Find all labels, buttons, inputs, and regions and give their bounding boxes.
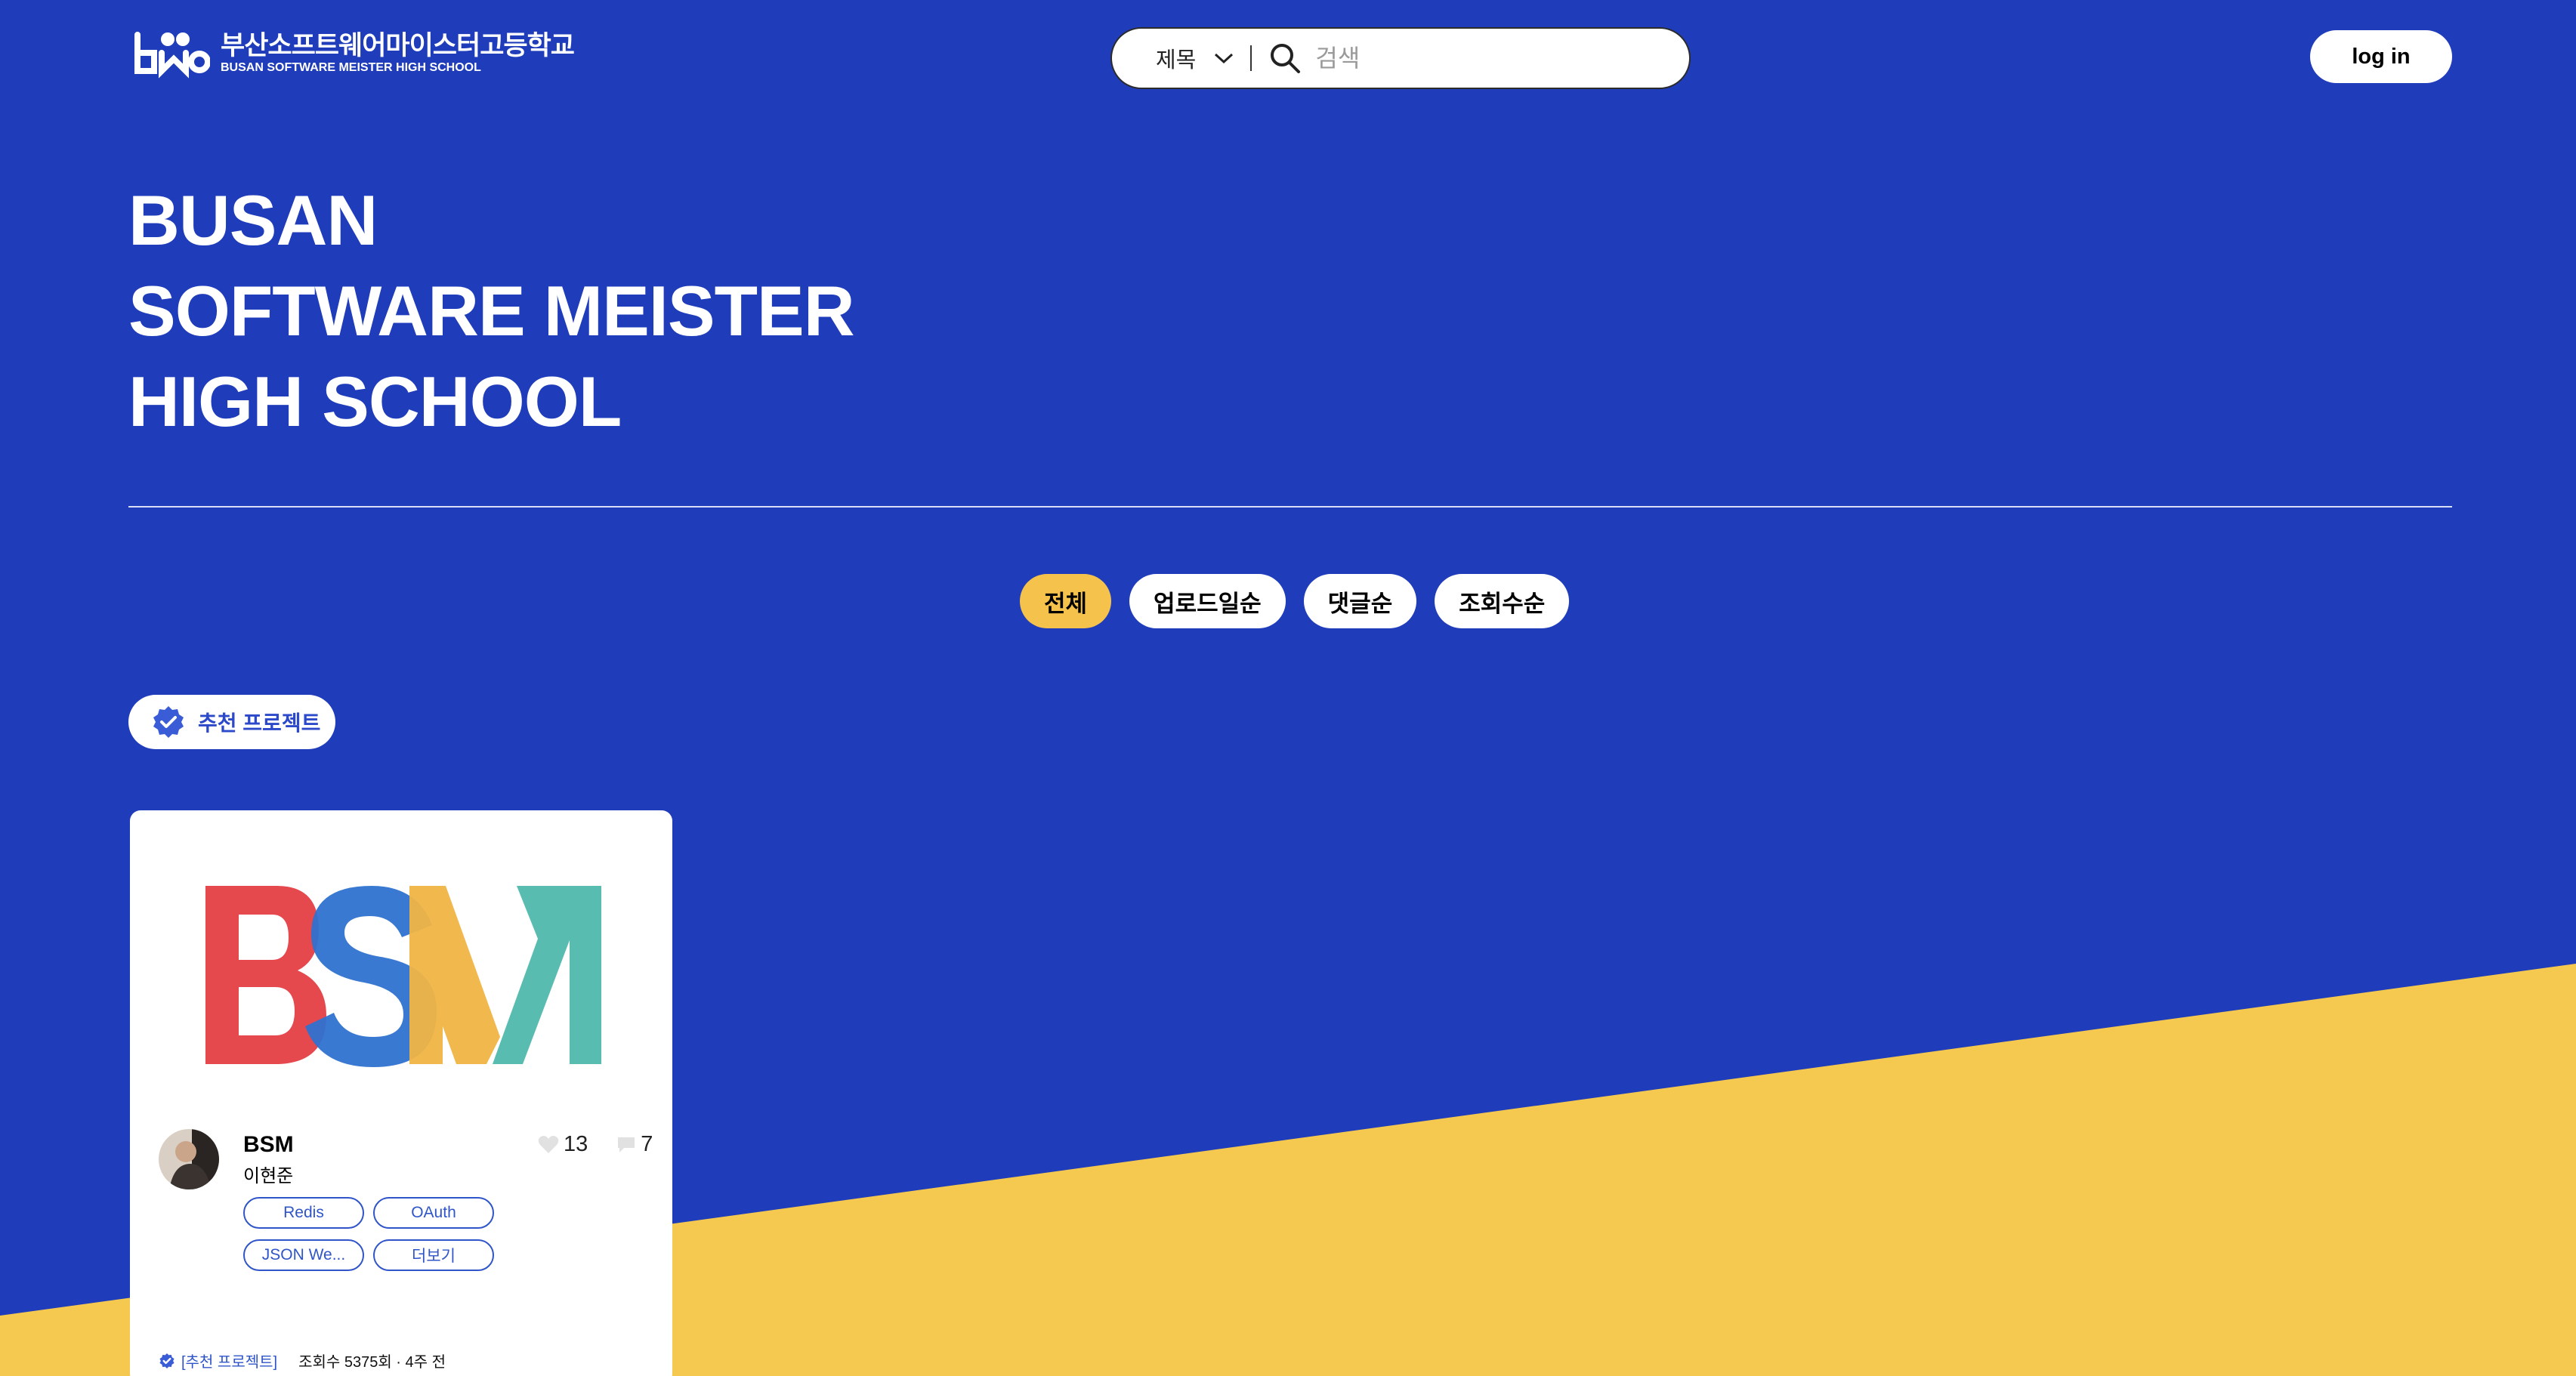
chevron-down-icon	[1215, 53, 1234, 64]
search-input[interactable]	[1315, 44, 1648, 73]
hero-title-line: HIGH SCHOOL	[128, 362, 622, 441]
comment-count: 7	[641, 1132, 653, 1156]
author-avatar[interactable]	[159, 1129, 219, 1189]
search-filter-select[interactable]: 제목	[1156, 42, 1234, 74]
hero-title-line: BUSAN	[128, 180, 378, 260]
logo-korean-name: 부산소프트웨어마이스터고등학교	[221, 31, 575, 60]
heart-icon[interactable]	[538, 1135, 559, 1155]
project-footer: [추천 프로젝트] 조회수 5375회 · 4주 전	[159, 1350, 446, 1371]
project-title[interactable]: BSM	[243, 1132, 294, 1158]
project-thumbnail	[205, 886, 601, 1067]
hero-title-line: SOFTWARE MEISTER	[128, 271, 855, 350]
search-icon[interactable]	[1268, 42, 1302, 75]
like-count: 13	[564, 1132, 588, 1156]
verified-badge-icon	[159, 1353, 175, 1368]
tag-chip[interactable]: JSON We...	[243, 1239, 364, 1271]
sort-tab-comments[interactable]: 댓글순	[1303, 574, 1417, 628]
logo-text: 부산소프트웨어마이스터고등학교 BUSAN SOFTWARE MEISTER H…	[221, 31, 575, 76]
sort-tab-views[interactable]: 조회수순	[1435, 574, 1570, 628]
verified-badge-icon	[153, 706, 184, 738]
more-tags-button[interactable]: 더보기	[373, 1239, 494, 1271]
sort-tab-all[interactable]: 전체	[1020, 574, 1112, 628]
logo-english-name: BUSAN SOFTWARE MEISTER HIGH SCHOOL	[221, 61, 481, 74]
tag-chip[interactable]: OAuth	[373, 1197, 494, 1229]
project-card[interactable]: BSM 이현준 13 7 Redis OAuth JSON We... 더보기 …	[130, 810, 672, 1376]
login-button[interactable]: log in	[2310, 30, 2452, 83]
footer-recommended-label: [추천 프로젝트]	[181, 1354, 278, 1371]
search-divider	[1250, 45, 1252, 71]
recommended-badge-label: 추천 프로젝트	[198, 711, 321, 735]
project-author: 이현준	[243, 1166, 294, 1186]
project-stats: 13 7	[538, 1132, 653, 1157]
project-tags: Redis OAuth JSON We... 더보기	[243, 1197, 515, 1271]
recommended-projects-badge: 추천 프로젝트	[128, 695, 335, 749]
search-filter-value: 제목	[1156, 48, 1197, 73]
hero-title: BUSAN SOFTWARE MEISTER HIGH SCHOOL	[128, 175, 855, 447]
footer-meta: 조회수 5375회 · 4주 전	[298, 1354, 446, 1371]
hero-divider	[128, 506, 2452, 508]
school-logo[interactable]: 부산소프트웨어마이스터고등학교 BUSAN SOFTWARE MEISTER H…	[131, 29, 575, 79]
bsm-logo-icon	[134, 32, 210, 79]
tag-chip[interactable]: Redis	[243, 1197, 364, 1229]
sort-tabs: 전체 업로드일순 댓글순 조회수순	[1020, 574, 1570, 628]
sort-tab-upload-date[interactable]: 업로드일순	[1129, 574, 1286, 628]
search-bar: 제목	[1110, 27, 1691, 89]
comment-icon	[618, 1137, 635, 1152]
